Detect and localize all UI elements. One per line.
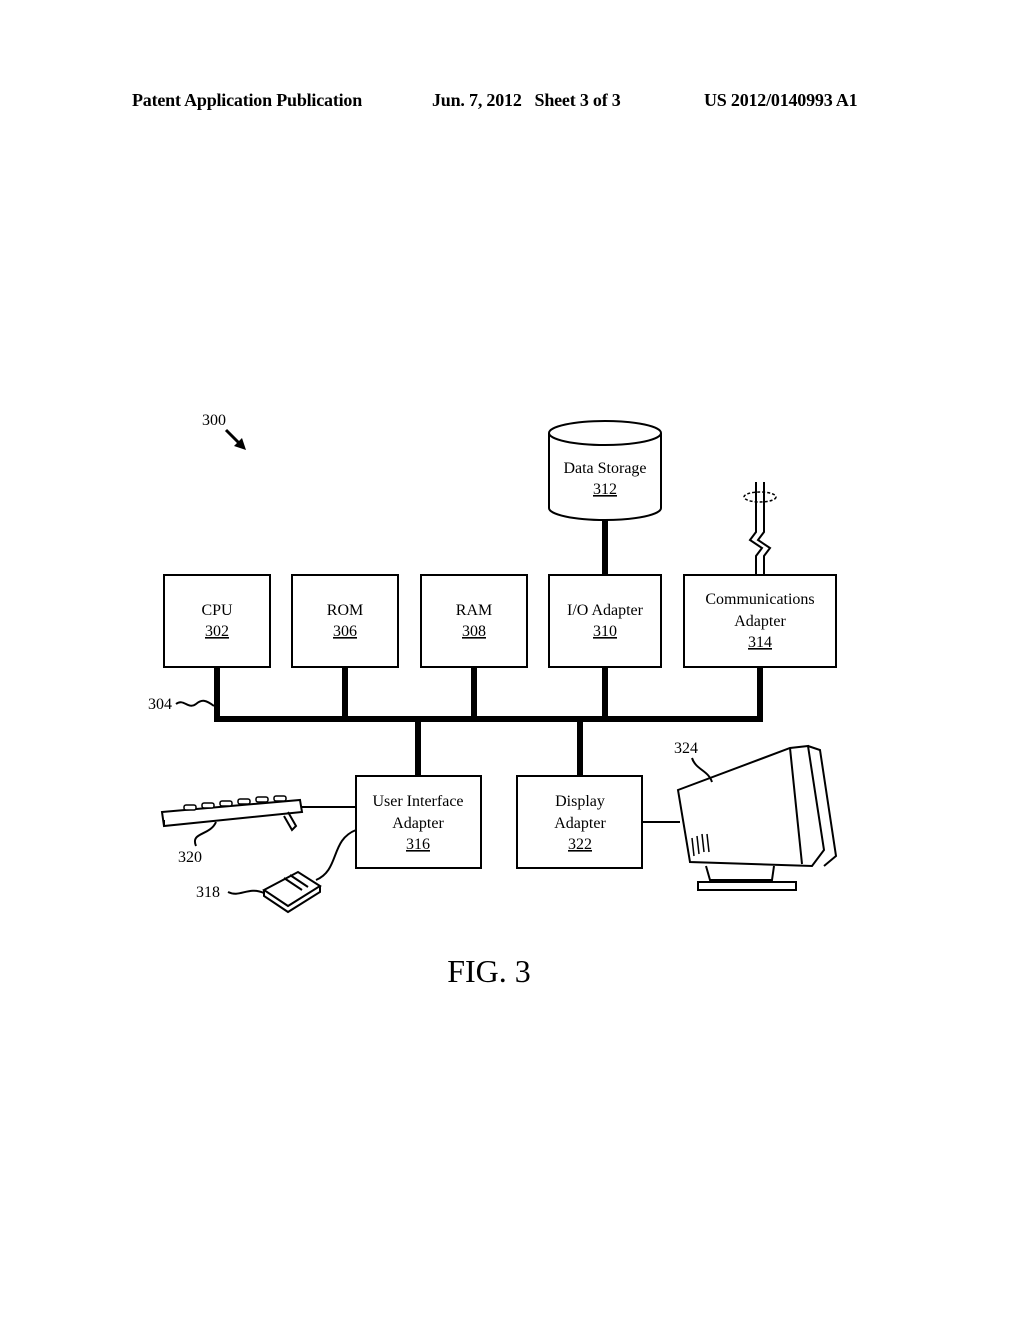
network-line-icon	[743, 482, 777, 575]
data-storage-ref: 312	[593, 481, 617, 498]
display-adapter-block: Display Adapter 322	[516, 775, 643, 869]
keyboard-leader-line	[193, 821, 217, 847]
mouse-cable	[315, 829, 357, 881]
ui-adapter-label-line2: Adapter	[392, 815, 444, 832]
data-storage-cylinder: Data Storage 312	[548, 420, 662, 521]
monitor-reference-number: 324	[674, 740, 698, 757]
communications-adapter-label-line1: Communications	[705, 591, 814, 608]
display-adapter-label-line1: Display	[555, 793, 605, 810]
cpu-ref: 302	[205, 623, 229, 640]
system-bus	[214, 667, 763, 776]
block-diagram: 300 Data Storage 312 CPU 302 ROM 306 RAM…	[148, 412, 838, 989]
user-interface-adapter-block: User Interface Adapter 316	[355, 775, 482, 869]
io-adapter-block: I/O Adapter 310	[548, 574, 662, 668]
keyboard-icon	[160, 795, 304, 832]
ram-label: RAM	[456, 602, 492, 619]
communications-adapter-block: Communications Adapter 314	[683, 574, 837, 668]
ui-adapter-ref: 316	[406, 836, 430, 853]
monitor-icon	[676, 744, 838, 891]
display-adapter-label-line2: Adapter	[554, 815, 606, 832]
rom-label: ROM	[327, 602, 363, 619]
display-adapter-ref: 322	[568, 836, 592, 853]
bus-leader-line	[175, 699, 215, 707]
communications-adapter-ref: 314	[748, 634, 772, 651]
rom-block: ROM 306	[291, 574, 399, 668]
figure-reference-number: 300	[202, 412, 226, 429]
mouse-reference-number: 318	[196, 884, 220, 901]
keyboard-reference-number: 320	[178, 849, 202, 866]
bus-reference-number: 304	[148, 696, 172, 713]
mouse-icon	[262, 870, 322, 914]
cpu-label: CPU	[201, 602, 233, 619]
ram-ref: 308	[462, 623, 486, 640]
ui-adapter-label-line1: User Interface	[372, 793, 463, 810]
figure-caption: FIG. 3	[447, 953, 531, 989]
io-adapter-label: I/O Adapter	[567, 602, 644, 619]
ram-block: RAM 308	[420, 574, 528, 668]
rom-ref: 306	[333, 623, 357, 640]
io-adapter-ref: 310	[593, 623, 617, 640]
communications-adapter-label-line2: Adapter	[734, 613, 786, 630]
mouse-leader-line	[227, 889, 265, 895]
cpu-block: CPU 302	[163, 574, 271, 668]
data-storage-label: Data Storage	[563, 460, 646, 477]
reference-arrow-icon	[224, 428, 246, 450]
